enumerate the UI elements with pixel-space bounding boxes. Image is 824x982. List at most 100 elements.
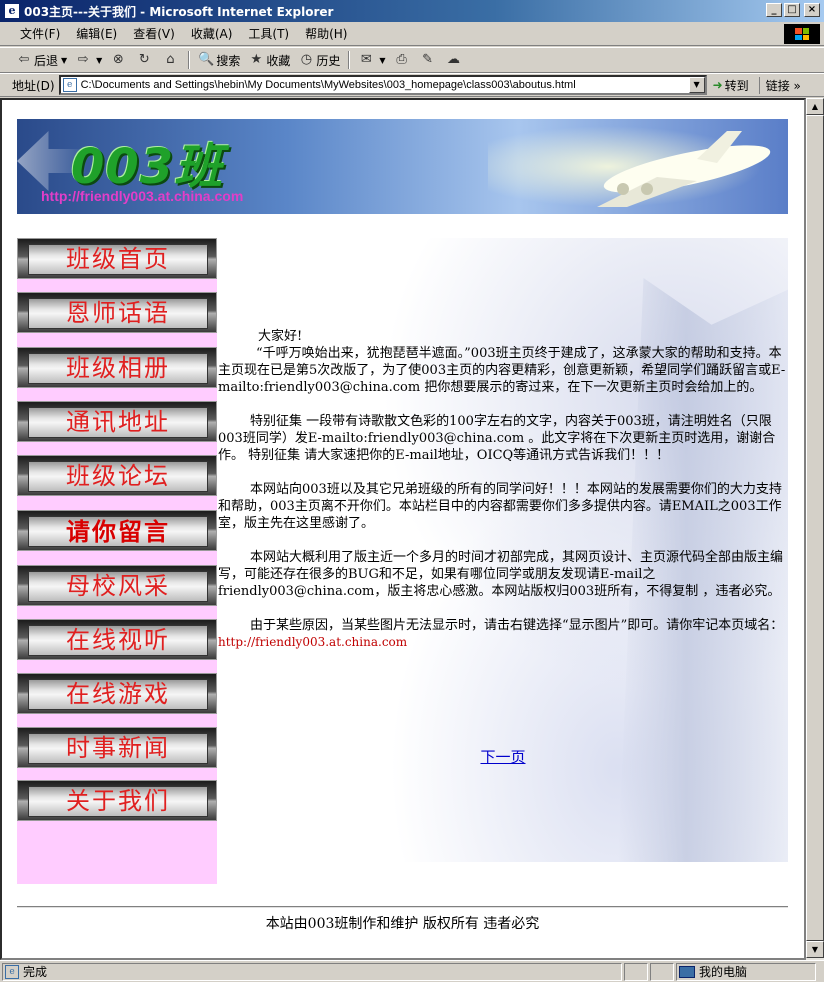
home-icon: ⌂ xyxy=(166,52,175,67)
menu-file[interactable]: 文件(F) xyxy=(12,23,68,44)
nav-label: 在线视听 xyxy=(66,626,170,654)
history-button[interactable]: ◷ 历史 xyxy=(294,49,344,71)
next-page-link[interactable]: 下一页 xyxy=(218,746,788,767)
nav-teacher-words[interactable]: 恩师话语 xyxy=(17,292,217,333)
airplane-icon xyxy=(597,131,771,207)
nav-photo-album[interactable]: 班级相册 xyxy=(17,347,217,388)
scroll-thumb[interactable] xyxy=(806,115,824,941)
banner-domain: http://friendly003.at.china.com xyxy=(41,188,244,204)
vertical-scrollbar[interactable]: ▲ ▼ xyxy=(806,98,824,960)
nav-label: 在线游戏 xyxy=(66,680,170,708)
go-arrow-icon: ➜ xyxy=(712,78,723,92)
nav-forum[interactable]: 班级论坛 xyxy=(17,455,217,496)
maximize-button[interactable]: □ xyxy=(784,3,800,17)
address-label: 地址(D) xyxy=(12,78,55,93)
window-controls: _ □ × xyxy=(766,3,820,17)
nav-label: 班级首页 xyxy=(66,245,170,273)
paragraph-5-text: 由于某些原因，当某些图片无法显示时，请击右键选择“显示图片”即可。请你牢记本页域… xyxy=(250,618,784,633)
paragraph-5: 由于某些原因，当某些图片无法显示时，请击右键选择“显示图片”即可。请你牢记本页域… xyxy=(218,617,788,651)
page-icon: e xyxy=(5,964,19,979)
chevron-down-icon[interactable]: ▼ xyxy=(96,56,102,65)
nav-av[interactable]: 在线视听 xyxy=(17,619,217,660)
history-icon: ◷ xyxy=(300,52,313,67)
toolbar-separator xyxy=(188,51,191,69)
paragraph-3: 本网站向003班以及其它兄弟班级的所有的同学问好！！！本网站的发展需要你们的大力… xyxy=(218,482,782,531)
menu-edit[interactable]: 编辑(E) xyxy=(68,23,125,44)
toolbar-separator xyxy=(348,51,351,69)
refresh-button[interactable]: ↻ xyxy=(132,49,158,71)
nav-label: 通讯地址 xyxy=(66,408,170,436)
refresh-icon: ↻ xyxy=(138,52,150,67)
footer-text: 本站由003班制作和维护 版权所有 违者必究 xyxy=(265,916,540,932)
menu-bar: 文件(F) 编辑(E) 查看(V) 收藏(A) 工具(T) 帮助(H) xyxy=(0,22,824,46)
edit-button[interactable]: ✎ xyxy=(416,49,442,71)
menu-favorites[interactable]: 收藏(A) xyxy=(183,23,241,44)
chevron-down-icon[interactable]: ▼ xyxy=(61,56,67,65)
address-input[interactable]: e C:\Documents and Settings\hebin\My Doc… xyxy=(58,75,707,95)
chevron-down-icon[interactable]: ▼ xyxy=(379,56,385,65)
mail-button[interactable]: ✉ ▼ xyxy=(354,49,389,71)
favorites-folder-icon: ★ xyxy=(250,52,263,67)
paragraph-2: 特别征集 一段带有诗歌散文色彩的100字左右的文字，内容关于003班，请注明姓名… xyxy=(218,414,776,463)
address-url[interactable]: C:\Documents and Settings\hebin\My Docum… xyxy=(81,79,689,91)
nav-school[interactable]: 母校风采 xyxy=(17,565,217,606)
stop-button[interactable]: ⊗ xyxy=(106,49,132,71)
toolbar: ⇦ 后退 ▼ ⇨ ▼ ⊗ ↻ ⌂ 🔍 搜索 ★ 收藏 ◷ 历史 ✉ ▼ ⎙ ✎ … xyxy=(0,47,824,73)
banner-logo: 003班 xyxy=(71,139,224,195)
close-button[interactable]: × xyxy=(804,3,820,17)
nav-label: 关于我们 xyxy=(66,787,170,815)
status-text: 完成 xyxy=(23,965,48,979)
about-text: 大家好! “千呼万唤始出来，犹抱琵琶半遮面。”003班主页终于建成了，这承蒙大家… xyxy=(218,328,788,668)
address-dropdown-icon[interactable]: ▼ xyxy=(688,77,705,93)
windows-logo-icon xyxy=(784,24,820,44)
history-label: 历史 xyxy=(316,53,341,68)
scroll-down-icon[interactable]: ▼ xyxy=(806,941,824,958)
nav-label: 班级论坛 xyxy=(66,462,170,490)
favorites-button[interactable]: ★ 收藏 xyxy=(244,49,294,71)
print-button[interactable]: ⎙ xyxy=(390,49,416,71)
greeting: 大家好! xyxy=(258,329,303,344)
back-button[interactable]: ⇦ 后退 ▼ xyxy=(12,49,71,71)
nav-home[interactable]: 班级首页 xyxy=(17,238,217,279)
nav-guestbook[interactable]: 请你留言 xyxy=(17,510,217,551)
nav-contacts[interactable]: 通讯地址 xyxy=(17,401,217,442)
paragraph-4: 本网站大概利用了版主近一个多月的时间才初部完成，其网页设计、主页源代码全部由版主… xyxy=(218,550,784,599)
search-label: 搜索 xyxy=(216,53,241,68)
status-cell-empty xyxy=(624,962,648,981)
nav-label: 请你留言 xyxy=(66,517,170,546)
search-button[interactable]: 🔍 搜索 xyxy=(194,49,244,71)
nav-label: 班级相册 xyxy=(66,354,170,382)
go-label: 转到 xyxy=(724,78,749,93)
home-button[interactable]: ⌂ xyxy=(158,49,184,71)
mail-icon: ✉ xyxy=(360,52,372,67)
forward-button[interactable]: ⇨ ▼ xyxy=(71,49,106,71)
scroll-up-icon[interactable]: ▲ xyxy=(806,98,824,115)
domain-text: http://friendly003.at.china.com xyxy=(218,635,408,649)
page-viewport: 003班 http://friendly003.at.china.com 班级首… xyxy=(0,98,806,960)
sidebar: 班级首页 恩师话语 班级相册 通讯地址 班级论坛 请你留言 母校风采 在线视听 … xyxy=(17,238,217,884)
edit-icon: ✎ xyxy=(422,52,433,67)
ie-icon[interactable]: e xyxy=(4,3,20,19)
nav-games[interactable]: 在线游戏 xyxy=(17,673,217,714)
nav-label: 时事新闻 xyxy=(66,734,170,762)
search-icon: 🔍 xyxy=(198,52,215,67)
nav-label: 恩师话语 xyxy=(66,299,170,327)
minimize-button[interactable]: _ xyxy=(766,3,782,17)
back-arrow-icon: ⇦ xyxy=(18,52,30,67)
nav-label: 母校风采 xyxy=(66,572,170,600)
window-title: 003主页---关于我们 - Microsoft Internet Explor… xyxy=(24,4,334,19)
go-button[interactable]: ➜ 转到 xyxy=(713,77,749,94)
menu-tools[interactable]: 工具(T) xyxy=(240,23,297,44)
menu-help[interactable]: 帮助(H) xyxy=(297,23,355,44)
favorites-label: 收藏 xyxy=(266,53,291,68)
nav-news[interactable]: 时事新闻 xyxy=(17,727,217,768)
status-cell-empty xyxy=(650,962,674,981)
nav-about-us[interactable]: 关于我们 xyxy=(17,780,217,821)
links-button[interactable]: 链接 » xyxy=(758,76,801,94)
discuss-button[interactable]: ☁ xyxy=(442,49,468,71)
stop-icon: ⊗ xyxy=(112,52,124,67)
menu-view[interactable]: 查看(V) xyxy=(125,23,183,44)
address-bar: 地址(D) e C:\Documents and Settings\hebin\… xyxy=(0,73,824,97)
status-zone-cell: 我的电脑 xyxy=(676,962,816,981)
title-bar: e 003主页---关于我们 - Microsoft Internet Expl… xyxy=(0,0,824,22)
